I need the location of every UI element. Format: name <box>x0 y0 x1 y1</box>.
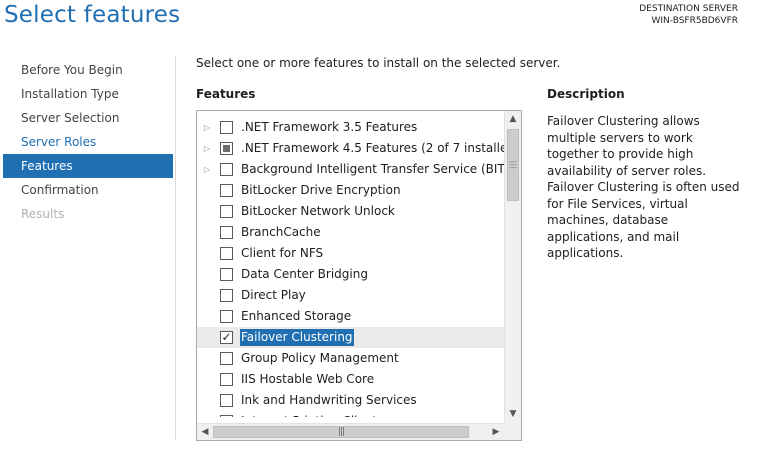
feature-label: Data Center Bridging <box>241 267 368 281</box>
feature-checkbox[interactable] <box>220 373 233 386</box>
feature-checkbox[interactable]: ✓ <box>220 331 233 344</box>
nav-item-confirmation[interactable]: Confirmation <box>3 178 173 202</box>
nav-item-installation-type[interactable]: Installation Type <box>3 82 173 106</box>
feature-label: Internet Printing Client <box>240 411 378 417</box>
feature-label: .NET Framework 4.5 Features (2 of 7 inst… <box>241 141 505 155</box>
nav-item-server-roles[interactable]: Server Roles <box>3 130 173 154</box>
description-heading: Description <box>547 87 625 101</box>
feature-row[interactable]: ▷ .NET Framework 4.5 Features (2 of 7 ins… <box>197 138 505 159</box>
feature-row[interactable]: BranchCache <box>197 222 505 243</box>
feature-checkbox[interactable] <box>220 163 233 176</box>
feature-row[interactable]: IIS Hostable Web Core <box>197 369 505 390</box>
feature-label: BitLocker Network Unlock <box>241 204 395 218</box>
feature-row[interactable]: Client for NFS <box>197 243 505 264</box>
feature-checkbox[interactable] <box>220 310 233 323</box>
horizontal-scroll-thumb[interactable]: ||| <box>213 426 469 438</box>
feature-row[interactable]: Direct Play <box>197 285 505 306</box>
feature-checkbox[interactable] <box>220 247 233 260</box>
feature-label: Client for NFS <box>241 246 324 260</box>
page-title: Select features <box>4 2 181 28</box>
feature-checkbox[interactable] <box>220 205 233 218</box>
feature-row[interactable]: ▷ .NET Framework 3.5 Features <box>197 117 505 138</box>
instruction-text: Select one or more features to install o… <box>196 56 561 70</box>
feature-label: Ink and Handwriting Services <box>241 393 417 407</box>
destination-server-name: WIN-BSFR5BD6VFR <box>651 16 738 26</box>
feature-label: Direct Play <box>241 288 306 302</box>
triangle-right-icon[interactable]: ▷ <box>202 138 212 159</box>
feature-checkbox[interactable] <box>220 184 233 197</box>
scrollbar-corner <box>504 423 521 440</box>
wizard-navigation: Before You Begin Installation Type Server … <box>3 58 173 226</box>
feature-row[interactable]: ✓ Failover Clustering <box>197 327 505 348</box>
nav-item-results: Results <box>21 207 65 221</box>
feature-label: IIS Hostable Web Core <box>241 372 375 386</box>
feature-checkbox[interactable] <box>220 352 233 365</box>
destination-server-label: DESTINATION SERVER <box>639 4 738 14</box>
triangle-right-icon[interactable]: ▷ <box>202 159 212 180</box>
grip-icon: — — — <box>509 157 517 172</box>
feature-row[interactable]: Enhanced Storage <box>197 306 505 327</box>
feature-checkbox[interactable] <box>220 268 233 281</box>
feature-row[interactable]: Data Center Bridging <box>197 264 505 285</box>
feature-checkbox[interactable] <box>220 415 233 417</box>
horizontal-scrollbar[interactable]: ◀ ||| ▶ <box>197 423 504 440</box>
feature-checkbox[interactable] <box>220 289 233 302</box>
feature-row[interactable]: Internet Printing Client <box>197 411 505 417</box>
nav-item-features[interactable]: Features <box>3 154 173 178</box>
arrow-right-icon[interactable]: ▶ <box>488 424 504 440</box>
features-heading: Features <box>196 87 256 101</box>
feature-checkbox[interactable] <box>220 394 233 407</box>
nav-divider <box>175 56 176 440</box>
feature-row[interactable]: Ink and Handwriting Services <box>197 390 505 411</box>
destination-server-info: DESTINATION SERVER WIN-BSFR5BD6VFR <box>639 3 738 27</box>
arrow-down-icon[interactable]: ▼ <box>505 406 521 423</box>
vertical-scroll-thumb[interactable]: — — — <box>507 129 519 201</box>
features-tree-list[interactable]: ▷ .NET Framework 3.5 Features ▷ .NET Framew… <box>196 110 522 441</box>
feature-label: Enhanced Storage <box>241 309 352 323</box>
feature-label: Background Intelligent Transfer Service … <box>241 162 505 176</box>
feature-label: BranchCache <box>241 225 321 239</box>
feature-row[interactable]: ▷ Background Intelligent Transfer Service… <box>197 159 505 180</box>
nav-item-server-selection[interactable]: Server Selection <box>3 106 173 130</box>
feature-row[interactable]: BitLocker Drive Encryption <box>197 180 505 201</box>
triangle-right-icon[interactable]: ▷ <box>202 117 212 138</box>
feature-row[interactable]: BitLocker Network Unlock <box>197 201 505 222</box>
feature-checkbox[interactable] <box>220 226 233 239</box>
arrow-up-icon[interactable]: ▲ <box>505 111 521 128</box>
features-rows: ▷ .NET Framework 3.5 Features ▷ .NET Framew… <box>197 117 505 417</box>
feature-checkbox[interactable] <box>220 121 233 134</box>
feature-label: BitLocker Drive Encryption <box>241 183 401 197</box>
arrow-left-icon[interactable]: ◀ <box>197 424 213 440</box>
nav-item-before-you-begin[interactable]: Before You Begin <box>3 58 173 82</box>
feature-label: Group Policy Management <box>241 351 399 365</box>
description-text: Failover Clustering allows multiple serv… <box>547 114 740 260</box>
feature-row[interactable]: Group Policy Management <box>197 348 505 369</box>
feature-label: .NET Framework 3.5 Features <box>241 120 418 134</box>
vertical-scrollbar[interactable]: ▲ — — — ▼ <box>504 111 521 423</box>
feature-label: Failover Clustering <box>240 329 354 346</box>
feature-checkbox[interactable] <box>220 142 233 155</box>
